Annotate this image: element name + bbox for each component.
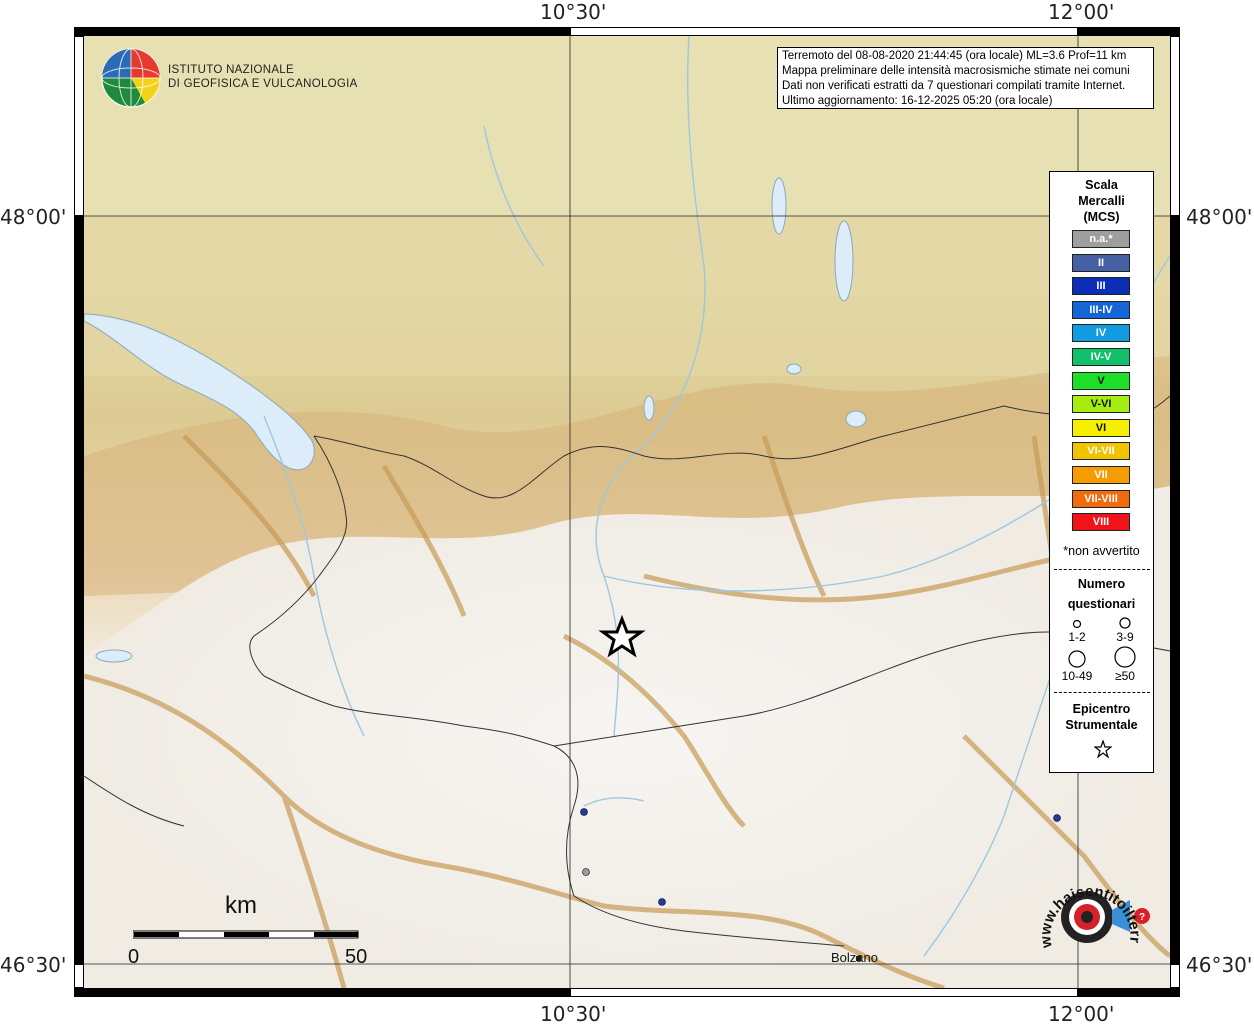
questionnaire-title-line-1: Numero	[1077, 577, 1126, 591]
scalebar-max: 50	[345, 946, 368, 968]
frame-left-upper-white	[74, 36, 84, 216]
felt-point[interactable]	[1053, 814, 1061, 822]
lake-small-3	[643, 395, 655, 421]
logo-line-2: DI GEOFISICA E VULCANOLOGIA	[168, 78, 358, 90]
lat-label-left-upper: 48°00'	[0, 205, 67, 229]
legend-title-line-1: Scala	[1085, 178, 1118, 192]
lon-label-bottom-left: 10°30'	[540, 1002, 607, 1026]
legend-swatch: IV-V	[1072, 348, 1130, 366]
lake-ammersee	[771, 177, 787, 235]
frame-left-bottom-white	[74, 964, 84, 988]
ingv-logo-icon	[101, 48, 161, 108]
legend-swatch: n.a.*	[1072, 230, 1130, 248]
info-line-1: Terremoto del 08-08-2020 21:44:45 (ora l…	[782, 50, 1127, 62]
legend-footnote: *non avvertito	[1063, 544, 1140, 558]
epicenter-title-line-2: Strumentale	[1065, 718, 1138, 732]
legend-swatch: VI	[1072, 418, 1130, 437]
foothill-shade	[84, 216, 1170, 376]
legend-swatch: VIII	[1072, 513, 1130, 532]
legend-swatch: VII-VIII	[1072, 489, 1130, 508]
legend-title-line-2: Mercalli	[1078, 194, 1125, 208]
size-50-icon	[1114, 646, 1136, 668]
frame-right-upper-white	[1170, 36, 1180, 216]
epicenter-title: Epicentro Strumentale	[1050, 701, 1153, 733]
lat-label-left-lower: 46°30'	[0, 953, 67, 977]
questionnaire-title: Numero questionari	[1050, 574, 1153, 614]
size-1-2-label: 1-2	[1068, 630, 1086, 644]
info-line-3: Dati non verificati estratti da 7 questi…	[782, 80, 1126, 92]
size-1-2-icon	[1072, 619, 1082, 629]
legend-swatch: II	[1072, 253, 1130, 272]
legend-divider-1	[1054, 569, 1150, 570]
lake-small-1	[786, 363, 802, 375]
lake-walensee	[95, 649, 133, 663]
lon-label-top-right: 12°00'	[1048, 0, 1115, 24]
size-3-9-label: 3-9	[1116, 630, 1134, 644]
logo-text: ISTITUTO NAZIONALE DI GEOFISICA E VULCAN…	[168, 63, 358, 91]
scalebar	[133, 930, 359, 939]
epicenter-legend-star-icon	[1094, 740, 1112, 758]
scalebar-zero: 0	[128, 946, 140, 968]
relief-map-svg	[84, 36, 1170, 988]
lon-label-top-left: 10°30'	[540, 0, 607, 24]
scalebar-unit: km	[225, 892, 257, 919]
lat-label-right-upper: 48°00'	[1186, 205, 1253, 229]
felt-point[interactable]	[580, 808, 588, 816]
lat-label-right-lower: 46°30'	[1186, 953, 1253, 977]
frame-bottom-right-black	[1078, 988, 1180, 997]
not-felt-point[interactable]	[582, 868, 590, 876]
logo-line-1: ISTITUTO NAZIONALE	[168, 64, 294, 76]
info-line-4: Ultimo aggiornamento: 16-12-2025 05:20 (…	[782, 95, 1053, 107]
felt-point[interactable]	[658, 898, 666, 906]
size-3-9-icon	[1119, 617, 1131, 629]
info-line-2: Mappa preliminare delle intensità macros…	[782, 65, 1130, 77]
intensity-legend: Scala Mercalli (MCS) n.a.* II III III-IV IV I…	[1049, 171, 1154, 773]
legend-swatch: V-VI	[1072, 395, 1130, 414]
lon-label-bottom-right: 12°00'	[1048, 1002, 1115, 1026]
legend-swatch: III	[1072, 277, 1130, 296]
size-10-49-icon	[1068, 650, 1086, 668]
legend-swatch: VI-VII	[1072, 442, 1130, 461]
frame-right-lower-black	[1170, 216, 1180, 964]
legend-swatch: VII	[1072, 466, 1130, 484]
frame-top-right-black	[1078, 27, 1180, 36]
legend-swatch: III-IV	[1072, 300, 1130, 319]
questionnaire-title-line-2: questionari	[1067, 597, 1136, 611]
legend-swatch: IV	[1072, 324, 1130, 343]
size-50-label: ≥50	[1115, 669, 1135, 683]
frame-left-lower-black	[74, 216, 84, 964]
size-10-49-label: 10-49	[1061, 669, 1093, 683]
frame-bottom-middle-white	[570, 988, 1078, 997]
lake-starnberg	[834, 220, 854, 302]
legend-title-line-3: (MCS)	[1083, 210, 1120, 224]
frame-bottom-left-black	[74, 988, 570, 997]
legend-divider-2	[1054, 692, 1150, 693]
epicenter-title-line-1: Epicentro	[1072, 702, 1131, 716]
frame-top-left-black	[74, 27, 570, 36]
frame-right-bottom-white	[1170, 964, 1180, 988]
frame-top-middle-white	[570, 27, 1078, 36]
place-label-bolzano: Bolzano	[831, 950, 878, 965]
haisentito-watermark-icon[interactable]: ? www.haisentitoilterremoto.it	[1030, 862, 1155, 972]
legend-swatch: V	[1072, 371, 1130, 390]
event-info-box: Terremoto del 08-08-2020 21:44:45 (ora l…	[777, 47, 1154, 109]
lake-small-2	[845, 410, 867, 428]
map-canvas[interactable]	[84, 36, 1170, 988]
legend-title: Scala Mercalli (MCS)	[1050, 177, 1153, 225]
